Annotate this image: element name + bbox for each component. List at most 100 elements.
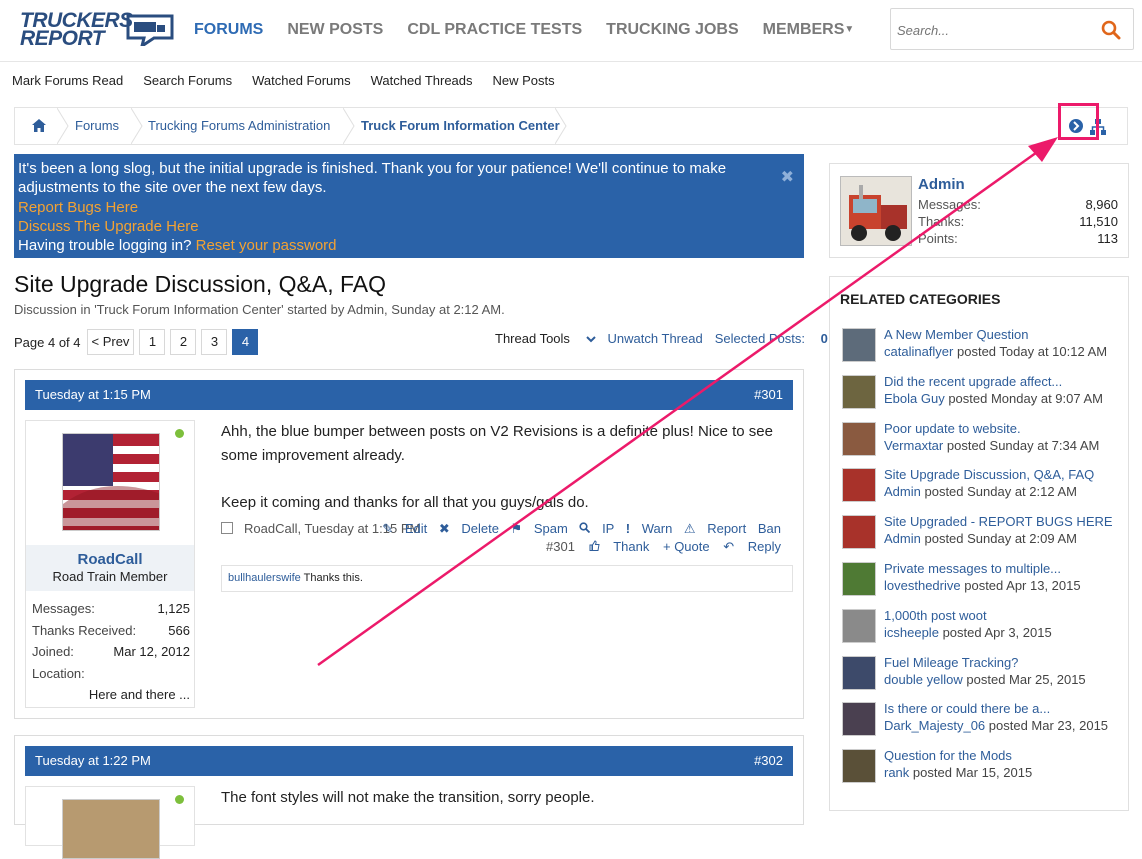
thread-thumbnail[interactable] — [842, 515, 876, 550]
chevron-down-icon — [585, 336, 596, 343]
avatar[interactable] — [62, 433, 160, 531]
related-thread-user[interactable]: icsheeple — [884, 625, 939, 640]
liker-username[interactable]: bullhaulerswife — [228, 572, 301, 584]
ban-button[interactable]: Ban — [758, 521, 781, 536]
nav-new-posts[interactable]: NEW POSTS — [287, 20, 383, 40]
visitor-username[interactable]: Admin — [918, 176, 965, 193]
related-thread-when: posted Sunday at 7:34 AM — [946, 437, 1100, 453]
post-number[interactable]: #302 — [754, 746, 783, 776]
quote-button[interactable]: + Quote — [663, 539, 710, 554]
related-thread-user[interactable]: Ebola Guy — [884, 391, 945, 406]
thread-thumbnail[interactable] — [842, 702, 876, 737]
caret-down-icon: ▼ — [844, 24, 855, 35]
report-button[interactable]: ⚠ Report — [684, 521, 746, 536]
related-item[interactable]: Question for the Mods rank posted Mar 15,… — [842, 748, 1122, 788]
related-thread-user[interactable]: catalinaflyer — [884, 344, 953, 359]
page-4-button[interactable]: 4 — [232, 329, 259, 355]
related-item[interactable]: Poor update to website. Vermaxtar posted … — [842, 421, 1122, 461]
search-icon[interactable] — [1101, 20, 1121, 40]
thank-button[interactable]: Thank — [589, 539, 649, 554]
thread-thumbnail[interactable] — [842, 328, 876, 362]
related-thread-user[interactable]: Dark_Majesty_06 — [884, 718, 985, 733]
breadcrumb-trucking-forums-administration[interactable]: Trucking Forums Administration — [148, 108, 330, 144]
page-3-button[interactable]: 3 — [201, 329, 228, 355]
new-posts-link[interactable]: New Posts — [493, 73, 555, 88]
watched-threads-link[interactable]: Watched Threads — [371, 73, 473, 88]
page-nav: Page 4 of 4 < Prev 1 2 3 4 — [14, 329, 263, 355]
related-thread-user[interactable]: Vermaxtar — [884, 438, 943, 453]
report-bugs-link[interactable]: Report Bugs Here — [18, 199, 138, 216]
thread-thumbnail[interactable] — [842, 421, 876, 456]
nav-members[interactable]: MEMBERS▼ — [763, 20, 855, 40]
thumbs-up-icon — [589, 540, 600, 551]
related-thread-user[interactable]: rank — [884, 765, 909, 780]
related-item[interactable]: A New Member Question catalinaflyer poste… — [842, 327, 1122, 367]
related-thread-title[interactable]: Fuel Mileage Tracking? — [884, 655, 1018, 670]
reply-button[interactable]: ↶ Reply — [723, 539, 781, 554]
thread-thumbnail[interactable] — [842, 608, 876, 643]
select-post-checkbox[interactable] — [221, 522, 233, 534]
warn-button[interactable]: ! Warn — [626, 521, 673, 536]
close-icon[interactable]: ✖ — [781, 168, 794, 187]
breadcrumb-separator — [555, 108, 567, 144]
selected-posts-link[interactable]: Selected Posts: 0 — [715, 331, 828, 346]
page-2-button[interactable]: 2 — [170, 329, 197, 355]
mark-forums-read-link[interactable]: Mark Forums Read — [12, 73, 123, 88]
thread-tools-menu[interactable]: Thread Tools — [495, 331, 596, 346]
related-item[interactable]: Is there or could there be a... Dark_Maje… — [842, 701, 1122, 741]
edit-button[interactable]: ✎ Edit — [382, 521, 427, 536]
related-thread-title[interactable]: A New Member Question — [884, 327, 1029, 342]
annotation-highlight-box — [1058, 103, 1099, 140]
thread-thumbnail[interactable] — [842, 749, 876, 784]
nav-forums[interactable]: FORUMS — [194, 20, 263, 40]
username[interactable]: RoadCall — [26, 551, 194, 568]
related-thread-user[interactable]: Admin — [884, 531, 921, 546]
breadcrumb-forums[interactable]: Forums — [75, 108, 119, 144]
nav-trucking-jobs[interactable]: TRUCKING JOBS — [606, 20, 738, 40]
unwatch-thread-link[interactable]: Unwatch Thread — [608, 331, 703, 346]
related-thread-user[interactable]: lovesthedrive — [884, 578, 961, 593]
post-date: Tuesday at 1:15 PM — [35, 387, 151, 402]
search-input[interactable] — [895, 19, 1095, 41]
site-logo[interactable]: TRUCKERS REPORT — [20, 10, 176, 50]
avatar[interactable] — [62, 799, 160, 859]
related-item[interactable]: Site Upgrade Discussion, Q&A, FAQ Admin p… — [842, 467, 1122, 507]
post-number[interactable]: #301 — [754, 380, 783, 410]
reset-password-link[interactable]: Reset your password — [196, 237, 337, 254]
post-permalink[interactable]: #301 — [546, 539, 575, 554]
related-thread-title[interactable]: Site Upgraded - REPORT BUGS HERE — [884, 514, 1113, 529]
related-thread-title[interactable]: Did the recent upgrade affect... — [884, 374, 1062, 389]
thread-thumbnail[interactable] — [842, 374, 876, 409]
related-thread-user[interactable]: double yellow — [884, 672, 963, 687]
related-thread-title[interactable]: Site Upgrade Discussion, Q&A, FAQ — [884, 467, 1094, 482]
red-truck-avatar-icon — [841, 177, 911, 245]
avatar[interactable] — [840, 176, 912, 246]
ip-button[interactable]: IP — [579, 521, 614, 536]
nav-cdl-practice-tests[interactable]: CDL PRACTICE TESTS — [407, 20, 582, 40]
related-thread-title[interactable]: Poor update to website. — [884, 421, 1021, 436]
page-1-button[interactable]: 1 — [139, 329, 166, 355]
related-item[interactable]: Private messages to multiple... lovesthed… — [842, 561, 1122, 601]
related-item[interactable]: Site Upgraded - REPORT BUGS HERE Admin po… — [842, 514, 1122, 554]
home-icon[interactable] — [32, 119, 46, 132]
search-forums-link[interactable]: Search Forums — [143, 73, 232, 88]
thread-thumbnail[interactable] — [842, 468, 876, 503]
related-thread-title[interactable]: Question for the Mods — [884, 748, 1012, 763]
stat-value: Mar 12, 2012 — [113, 644, 190, 659]
related-thread-user[interactable]: Admin — [884, 484, 921, 499]
delete-button[interactable]: ✖ Delete — [439, 521, 499, 536]
related-item[interactable]: 1,000th post woot icsheeple posted Apr 3,… — [842, 608, 1122, 648]
discuss-upgrade-link[interactable]: Discuss The Upgrade Here — [18, 218, 199, 235]
related-thread-title[interactable]: Private messages to multiple... — [884, 561, 1061, 576]
watched-forums-link[interactable]: Watched Forums — [252, 73, 351, 88]
breadcrumb-truck-forum-information-center[interactable]: Truck Forum Information Center — [361, 108, 560, 144]
related-thread-title[interactable]: 1,000th post woot — [884, 608, 987, 623]
prev-page-button[interactable]: < Prev — [86, 329, 135, 355]
spam-button[interactable]: ⚑ Spam — [511, 521, 568, 536]
related-thread-title[interactable]: Is there or could there be a... — [884, 701, 1050, 716]
related-item[interactable]: Fuel Mileage Tracking? double yellow post… — [842, 655, 1122, 695]
related-item[interactable]: Did the recent upgrade affect... Ebola Gu… — [842, 374, 1122, 414]
thread-thumbnail[interactable] — [842, 562, 876, 596]
related-thread-meta: rank posted Mar 15, 2015 — [884, 765, 1032, 780]
thread-thumbnail[interactable] — [842, 655, 876, 690]
